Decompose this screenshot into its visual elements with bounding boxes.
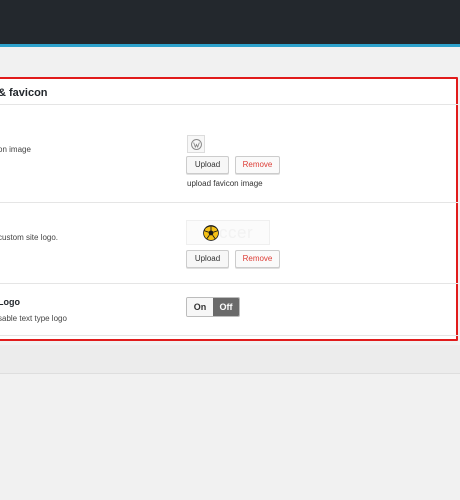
logo-row-label: custom site logo. <box>0 233 59 242</box>
toggle-on-option[interactable]: On <box>187 298 213 316</box>
panel-title: & favicon <box>0 87 48 99</box>
favicon-caption: upload favicon image <box>187 179 263 188</box>
logo-upload-button[interactable]: Upload <box>186 250 229 268</box>
divider <box>0 104 458 105</box>
text-logo-title: Logo <box>0 297 20 307</box>
settings-panel: & favicon on image Upload Remove upload … <box>0 77 458 341</box>
divider <box>0 202 458 203</box>
wordpress-icon <box>190 138 202 150</box>
favicon-upload-button[interactable]: Upload <box>186 156 229 174</box>
top-bar-accent-line <box>0 44 460 47</box>
divider <box>0 283 458 284</box>
logo-preview: ccer <box>186 220 270 245</box>
admin-top-bar <box>0 0 460 44</box>
text-logo-toggle[interactable]: On Off <box>186 297 240 317</box>
logo-remove-button[interactable]: Remove <box>235 250 280 268</box>
favicon-remove-button[interactable]: Remove <box>235 156 280 174</box>
lower-panel-edge <box>0 345 460 374</box>
logo-text: ccer <box>219 222 254 242</box>
toggle-off-option[interactable]: Off <box>213 298 239 316</box>
divider <box>0 335 458 336</box>
soccer-ball-icon <box>203 224 219 241</box>
favicon-row-label: on image <box>0 145 31 154</box>
favicon-preview <box>187 135 205 153</box>
text-logo-label: sable text type logo <box>0 314 67 323</box>
